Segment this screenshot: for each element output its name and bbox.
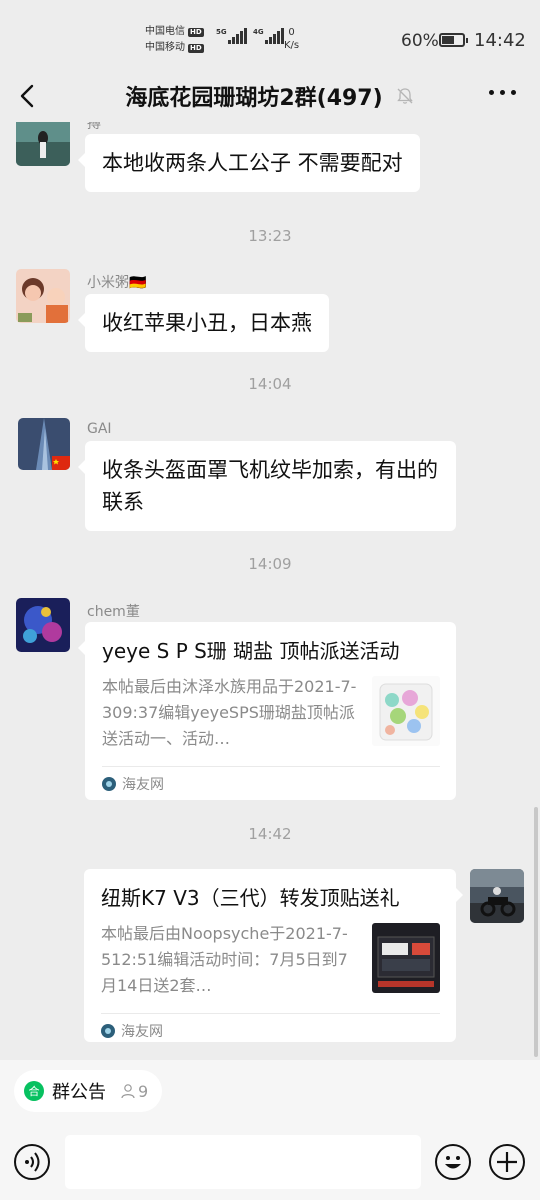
more-dots-icon[interactable] [489,90,516,95]
hd-badge: HD [188,43,204,53]
card-source: 海友网 [101,1013,440,1047]
nav-bar: 海底花园珊瑚坊2群(497) [0,70,540,122]
avatar[interactable] [470,869,524,923]
timestamp: 14:04 [248,375,292,393]
avatar[interactable] [16,122,70,166]
plus-icon[interactable] [489,1144,525,1180]
avatar[interactable] [18,418,70,470]
avatar[interactable] [16,269,70,323]
bell-muted-icon [396,88,413,104]
sender-name: 搏 [87,122,101,132]
site-logo-icon [102,776,116,791]
sender-name: GAI [87,421,112,437]
card-source: 海友网 [102,766,440,800]
signal-4g-icon: 4G [253,28,284,44]
chat-title: 海底花园珊瑚坊2群(497) [125,86,383,111]
card-title: yeye S P S珊 瑚盐 顶帖派送活动 [102,639,400,663]
timestamp: 14:42 [248,825,292,843]
status-bar: 中国电信 HD 中国移动 HD 5G 4G 0 K/s 60% 14:42 [0,0,540,70]
network-speed: 0 K/s [284,27,300,51]
voice-icon[interactable] [14,1144,50,1180]
sender-name: 小米粥🇩🇪 [87,275,147,291]
link-card[interactable]: yeye S P S珊 瑚盐 顶帖派送活动 本帖最后由沐泽水族用品于2021-7… [78,622,456,800]
signal-5g-icon: 5G [216,28,247,44]
message-input[interactable] [65,1135,421,1189]
avatar[interactable] [16,598,70,652]
message-bubble[interactable]: 收红苹果小丑，日本燕 [78,294,329,352]
card-description: 本帖最后由Noopsyche于2021-7-512:51编辑活动时间：7月5日到… [101,924,348,995]
battery-percent: 60% [401,31,439,51]
sender-name: chem董 [87,604,140,620]
link-card[interactable]: 纽斯K7 V3（三代）转发顶贴送礼 本帖最后由Noopsyche于2021-7-… [84,869,463,1042]
notice-area: 合 群公告 9 [0,1060,540,1122]
carrier-1: 中国电信 [145,26,185,37]
message-bubble[interactable]: 本地收两条人工公子 不需要配对 [78,134,420,192]
chat-area[interactable]: 搏 本地收两条人工公子 不需要配对 13:23 小米粥🇩🇪 收红苹果小丑，日本燕… [0,122,540,1060]
message-text: 收红苹果小丑，日本燕 [102,311,312,335]
emoji-icon[interactable] [435,1144,471,1180]
signal-indicators: 5G 4G [216,28,284,44]
card-thumbnail [372,676,440,746]
hd-badge: HD [188,27,204,37]
notice-icon: 合 [24,1081,44,1101]
card-description: 本帖最后由沐泽水族用品于2021-7-309:37编辑yeyeSPS珊瑚盐顶帖派… [102,677,357,748]
group-notice-button[interactable]: 合 群公告 9 [14,1070,163,1112]
notice-label: 群公告 [52,1082,106,1103]
battery-icon [439,33,468,47]
input-bar [0,1122,540,1200]
message-text: 本地收两条人工公子 不需要配对 [102,151,403,175]
card-thumbnail [372,923,440,993]
carrier-info: 中国电信 HD 中国移动 HD [145,24,204,56]
site-logo-icon [101,1023,115,1038]
timestamp: 14:09 [248,555,292,573]
scrollbar[interactable] [534,807,538,1057]
person-icon [121,1084,135,1099]
timestamp: 13:23 [248,227,292,245]
carrier-2: 中国移动 [145,42,185,53]
message-bubble[interactable]: 收条头盔面罩飞机纹毕加索，有出的联系 [78,441,456,531]
message-text: 收条头盔面罩飞机纹毕加索，有出的联系 [102,458,438,514]
card-title: 纽斯K7 V3（三代）转发顶贴送礼 [101,886,400,910]
status-time: 14:42 [474,30,526,51]
notice-count: 9 [120,1082,148,1101]
